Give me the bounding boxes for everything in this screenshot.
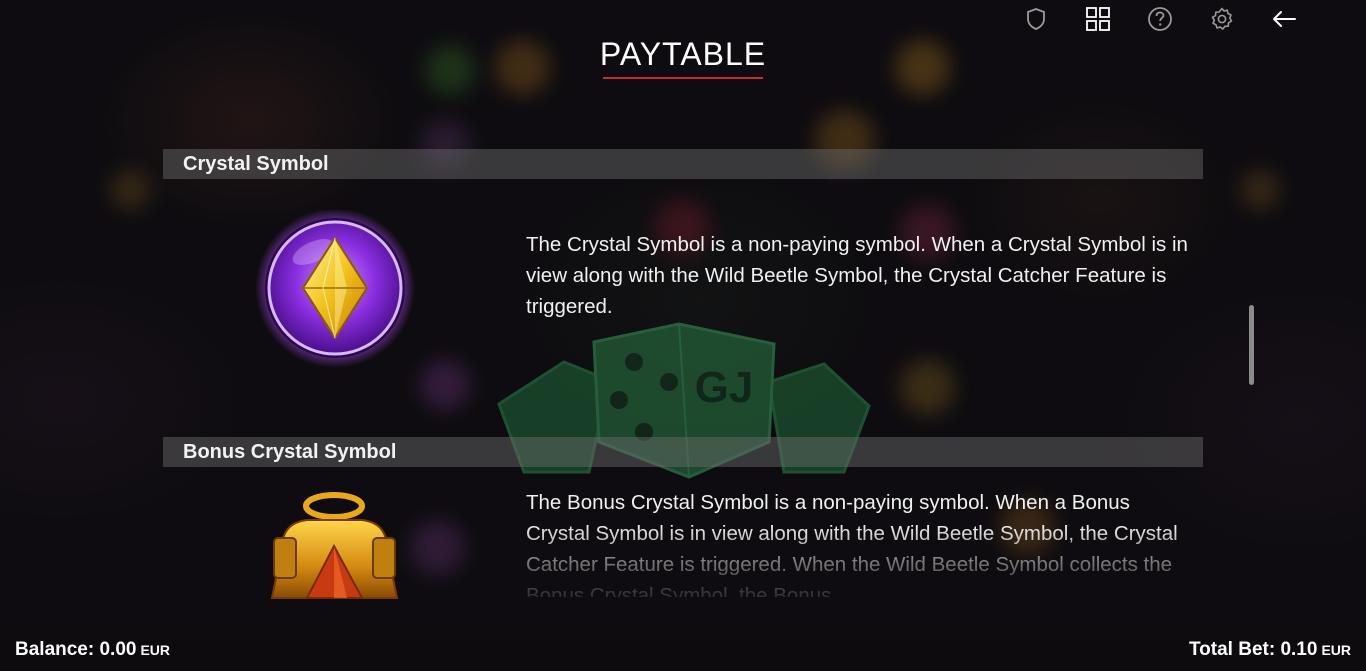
total-bet-value: 0.10	[1280, 639, 1318, 660]
section-title: Crystal Symbol	[183, 153, 329, 175]
section-header-bonus-crystal-symbol: Bonus Crystal Symbol	[163, 437, 1203, 467]
total-bet-currency: EUR	[1321, 642, 1351, 658]
balance-display: Balance: 0.00 EUR	[15, 639, 170, 661]
title-underline	[603, 77, 763, 79]
bonus-crystal-symbol-icon	[262, 488, 407, 613]
settings-icon[interactable]	[1209, 6, 1235, 32]
svg-text:GJ: GJ	[695, 363, 754, 412]
balance-currency: EUR	[140, 642, 171, 658]
total-bet-label: Total Bet:	[1188, 639, 1276, 660]
help-icon[interactable]	[1147, 6, 1173, 32]
section-description: The Crystal Symbol is a non-paying symbo…	[526, 233, 1188, 318]
section-title: Bonus Crystal Symbol	[183, 441, 397, 463]
balance-value: 0.00	[99, 639, 137, 660]
footer-bar	[0, 628, 1366, 671]
crystal-symbol-icon	[255, 208, 415, 370]
back-arrow-icon[interactable]	[1271, 6, 1297, 32]
total-bet-display: Total Bet: 0.10 EUR	[1189, 639, 1351, 661]
scrollbar-thumb[interactable]	[1249, 305, 1254, 385]
shield-icon[interactable]	[1023, 6, 1049, 32]
grid-icon[interactable]	[1085, 6, 1111, 32]
page-title: PAYTABLE	[599, 36, 767, 72]
balance-label: Balance:	[15, 639, 95, 660]
section-header-crystal-symbol: Crystal Symbol	[163, 149, 1203, 179]
section-description: The Bonus Crystal Symbol is a non-paying…	[526, 491, 1178, 597]
